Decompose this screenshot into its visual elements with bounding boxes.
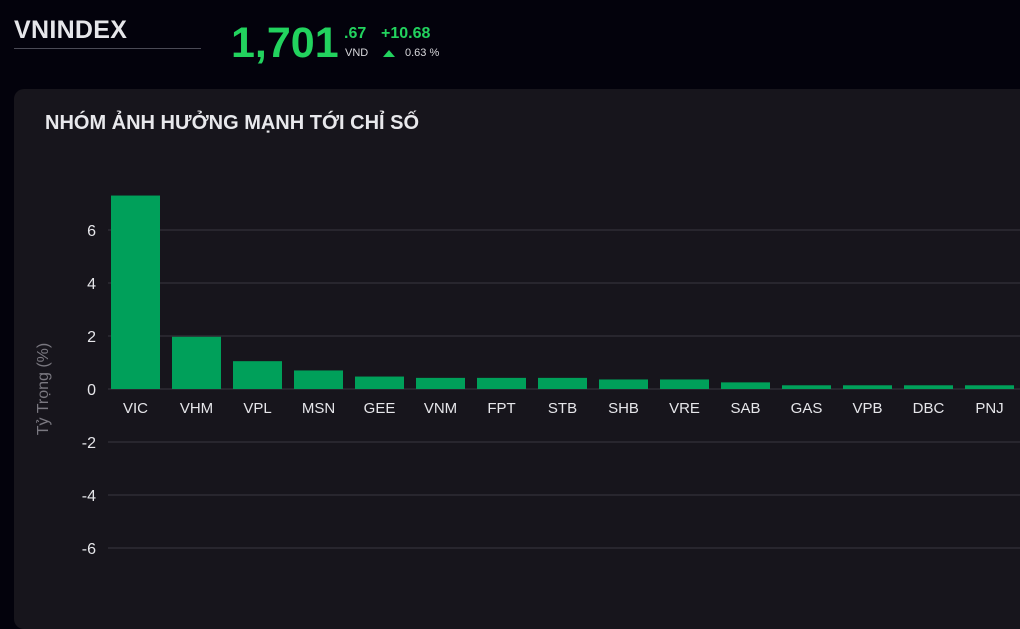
x-tick-label: VNM [424, 400, 457, 417]
bar-gas[interactable] [782, 385, 831, 389]
x-tick-label: SAB [730, 400, 760, 417]
bar-layer [111, 195, 1014, 389]
x-tick-label: VPL [243, 400, 271, 417]
x-tick-label: GEE [364, 400, 396, 417]
x-tick-label: STB [548, 400, 577, 417]
y-tick-label: 0 [87, 382, 96, 399]
bar-msn[interactable] [294, 370, 343, 389]
x-tick-label: DBC [913, 400, 945, 417]
bar-vhm[interactable] [172, 336, 221, 389]
bar-fpt[interactable] [477, 377, 526, 389]
label-layer: 6 4 2 0 -2 -4 -6 VIC VHM VPL MSN GEE VNM FPT STB SHB VRE… [82, 223, 1004, 558]
y-tick-label: 2 [87, 329, 96, 346]
bar-vnm[interactable] [416, 377, 465, 389]
bar-vre[interactable] [660, 379, 709, 389]
x-tick-label: VHM [180, 400, 213, 417]
bar-shb[interactable] [599, 379, 648, 389]
y-tick-label: 4 [87, 276, 96, 293]
bar-stb[interactable] [538, 377, 587, 389]
bar-vpb[interactable] [843, 385, 892, 389]
y-tick-label: -4 [82, 488, 96, 505]
bar-sab[interactable] [721, 382, 770, 389]
y-axis-label: Tỷ Trọng (%) [35, 343, 52, 435]
x-tick-label: VRE [669, 400, 700, 417]
bar-chart: 6 4 2 0 -2 -4 -6 VIC VHM VPL MSN GEE VNM FPT STB SHB VRE… [35, 195, 1020, 558]
y-tick-label: -2 [82, 435, 96, 452]
bar-gee[interactable] [355, 376, 404, 389]
x-tick-label: VPB [852, 400, 882, 417]
y-tick-label: 6 [87, 223, 96, 240]
bar-dbc[interactable] [904, 385, 953, 389]
x-tick-label: MSN [302, 400, 335, 417]
x-tick-label: FPT [487, 400, 515, 417]
x-tick-label: GAS [791, 400, 823, 417]
x-tick-label: VIC [123, 400, 148, 417]
bar-pnj[interactable] [965, 385, 1014, 389]
x-tick-label: SHB [608, 400, 639, 417]
x-tick-label: PNJ [975, 400, 1003, 417]
bar-vic[interactable] [111, 195, 160, 389]
y-tick-label: -6 [82, 541, 96, 558]
bar-vpl[interactable] [233, 361, 282, 389]
